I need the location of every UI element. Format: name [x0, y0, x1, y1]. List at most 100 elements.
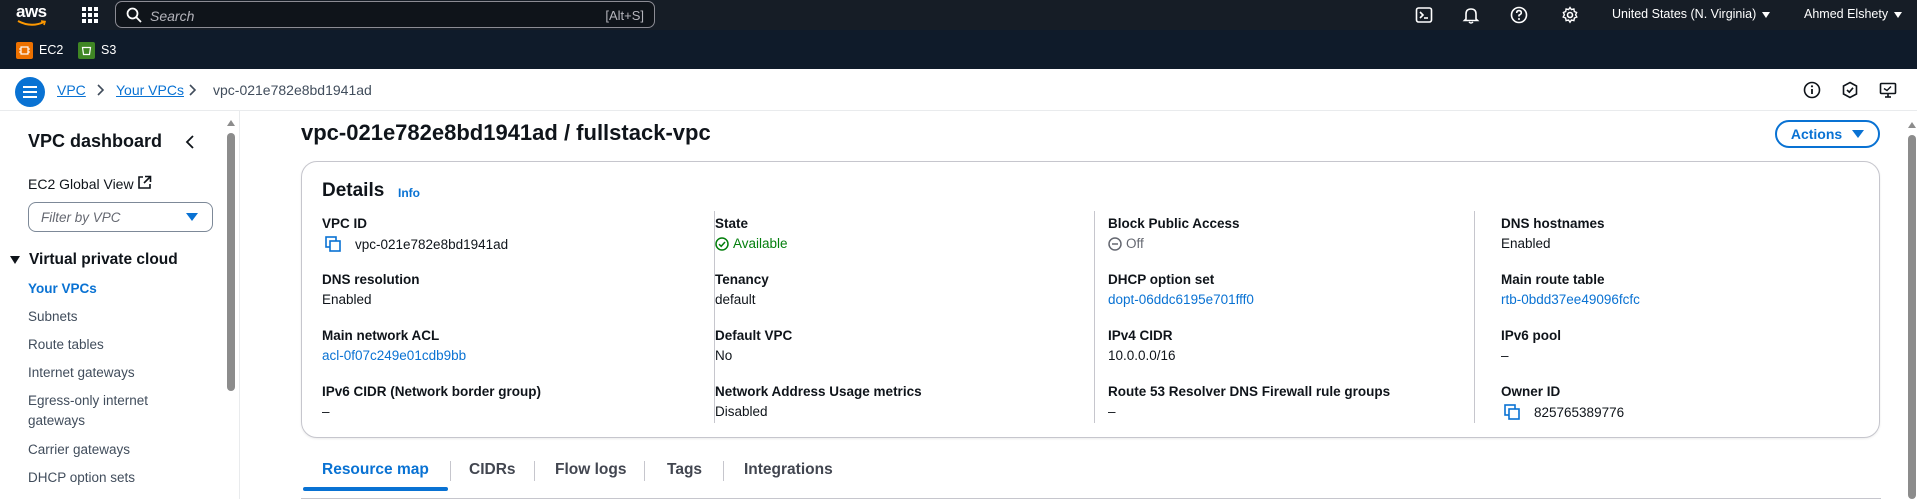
region-label: United States (N. Virginia)	[1612, 7, 1757, 21]
status-text: Off	[1126, 236, 1144, 251]
tab-flow-logs[interactable]: Flow logs	[555, 461, 626, 479]
active-tab-indicator	[303, 487, 448, 491]
hamburger-menu-icon	[23, 86, 37, 98]
field-label: DNS hostnames	[1501, 216, 1605, 231]
copy-icon[interactable]	[325, 236, 341, 252]
field-main-network-acl: Main network ACL acl-0f07c249e01cdb9bb	[322, 328, 466, 363]
scroll-up-arrow[interactable]	[227, 120, 235, 126]
favorite-s3[interactable]: S3	[78, 41, 116, 59]
section-label: Virtual private cloud	[29, 251, 178, 268]
sidebar-item-dhcp-option-sets[interactable]: DHCP option sets	[28, 468, 178, 488]
breadcrumb-vpc[interactable]: VPC	[57, 82, 86, 98]
field-route53-resolver: Route 53 Resolver DNS Firewall rule grou…	[1108, 384, 1390, 419]
tab-divider	[534, 461, 535, 481]
tab-list: Resource map CIDRs Flow logs Tags Integr…	[301, 455, 1881, 499]
feedback-panel-icon[interactable]	[1879, 81, 1897, 99]
field-owner-id: Owner ID 825765389776	[1501, 384, 1624, 420]
chevron-down-icon	[1894, 11, 1903, 18]
search-placeholder: Search	[150, 8, 195, 24]
tab-cidrs[interactable]: CIDRs	[469, 461, 516, 479]
favorite-ec2[interactable]: EC2	[16, 41, 63, 59]
field-label: IPv6 pool	[1501, 328, 1562, 343]
off-circle-icon	[1108, 236, 1122, 251]
field-value: 10.0.0.0/16	[1108, 348, 1176, 363]
account-menu[interactable]: Ahmed Elshety	[1804, 7, 1903, 21]
chevron-left-icon[interactable]	[183, 135, 197, 149]
page-title: vpc-021e782e8bd1941ad / fullstack-vpc	[301, 120, 711, 145]
sidebar-item-your-vpcs[interactable]: Your VPCs	[28, 279, 178, 299]
sidebar-item-egress-only-internet-gateways[interactable]: Egress-only internet gateways	[28, 391, 178, 431]
aws-logo[interactable]: aws	[16, 3, 50, 27]
field-label: VPC ID	[322, 216, 368, 231]
field-ipv4-cidr: IPv4 CIDR 10.0.0.0/16	[1108, 328, 1176, 363]
external-link-icon	[138, 175, 152, 189]
search-shortcut: [Alt+S]	[605, 8, 644, 23]
info-link[interactable]: Info	[398, 186, 420, 200]
route-table-link[interactable]: rtb-0bdd37ee49096fcfc	[1501, 292, 1640, 307]
field-dns-hostnames: DNS hostnames Enabled	[1501, 216, 1605, 251]
sidebar-title[interactable]: VPC dashboard	[28, 131, 162, 152]
top-navigation-bar: aws Search [Alt+S] United States (N. Vir…	[0, 0, 1917, 30]
field-value: Disabled	[715, 404, 768, 419]
services-grid-icon[interactable]	[80, 5, 100, 25]
security-panel-icon[interactable]	[1841, 81, 1859, 99]
favorites-bar: EC2 S3	[0, 30, 1917, 69]
bell-icon[interactable]	[1462, 6, 1480, 24]
sidebar-scrollbar[interactable]	[227, 133, 235, 391]
tab-resource-map[interactable]: Resource map	[322, 461, 429, 479]
tab-divider	[450, 461, 451, 481]
field-label: Default VPC	[715, 328, 793, 343]
expand-caret-icon	[10, 255, 20, 264]
chevron-right-icon	[97, 84, 105, 96]
field-dns-resolution: DNS resolution Enabled	[322, 272, 420, 307]
field-value: default	[715, 292, 756, 307]
sidebar-item-route-tables[interactable]: Route tables	[28, 335, 178, 355]
tab-tags[interactable]: Tags	[667, 461, 702, 479]
column-divider	[1474, 211, 1475, 423]
breadcrumb-current: vpc-021e782e8bd1941ad	[213, 82, 372, 98]
field-value-row: vpc-021e782e8bd1941ad	[322, 236, 508, 252]
tab-divider	[644, 461, 645, 481]
field-value: vpc-021e782e8bd1941ad	[355, 236, 509, 252]
breadcrumb-bar: VPC Your VPCs vpc-021e782e8bd1941ad	[0, 69, 1917, 111]
search-input[interactable]: Search [Alt+S]	[115, 1, 655, 28]
tab-divider	[723, 461, 724, 481]
filter-by-vpc-select[interactable]: Filter by VPC	[28, 202, 213, 232]
check-circle-icon	[715, 236, 729, 251]
field-value: –	[1501, 348, 1509, 363]
field-label: Route 53 Resolver DNS Firewall rule grou…	[1108, 384, 1391, 399]
aws-logo-text: aws	[16, 2, 47, 21]
actions-button[interactable]: Actions	[1775, 120, 1880, 148]
copy-icon[interactable]	[1504, 404, 1520, 420]
cloudshell-icon[interactable]	[1415, 6, 1433, 24]
field-network-address-usage-metrics: Network Address Usage metrics Disabled	[715, 384, 922, 419]
field-label: State	[715, 216, 749, 231]
status-badge: Available	[715, 236, 788, 251]
sidebar-item-carrier-gateways[interactable]: Carrier gateways	[28, 440, 178, 460]
chevron-down-icon	[1762, 11, 1771, 18]
region-selector[interactable]: United States (N. Virginia)	[1612, 7, 1771, 21]
scroll-up-arrow[interactable]	[1908, 122, 1916, 128]
field-state: State Available	[715, 216, 788, 251]
dhcp-option-set-link[interactable]: dopt-06ddc6195e701fff0	[1108, 292, 1254, 307]
tab-integrations[interactable]: Integrations	[744, 461, 833, 479]
sidebar-item-internet-gateways[interactable]: Internet gateways	[28, 363, 178, 383]
field-label: Block Public Access	[1108, 216, 1240, 231]
sidebar-item-ec2-global-view[interactable]: EC2 Global View	[28, 176, 134, 192]
gear-icon[interactable]	[1561, 6, 1579, 24]
field-ipv6-pool: IPv6 pool –	[1501, 328, 1561, 363]
field-label: DHCP option set	[1108, 272, 1215, 287]
field-label: DNS resolution	[322, 272, 420, 287]
acl-link[interactable]: acl-0f07c249e01cdb9bb	[322, 348, 466, 363]
sidebar-section-virtual-private-cloud[interactable]: Virtual private cloud	[10, 251, 178, 269]
info-panel-icon[interactable]	[1803, 81, 1821, 99]
field-label: Network Address Usage metrics	[715, 384, 922, 399]
sidebar-item-subnets[interactable]: Subnets	[28, 307, 178, 327]
field-block-public-access: Block Public Access Off	[1108, 216, 1240, 251]
main-scrollbar[interactable]	[1908, 135, 1916, 499]
details-title: Details	[322, 180, 385, 201]
help-icon[interactable]	[1510, 6, 1528, 24]
side-nav-toggle-button[interactable]	[15, 77, 45, 107]
filter-placeholder: Filter by VPC	[41, 210, 121, 225]
breadcrumb-your-vpcs[interactable]: Your VPCs	[116, 82, 184, 98]
